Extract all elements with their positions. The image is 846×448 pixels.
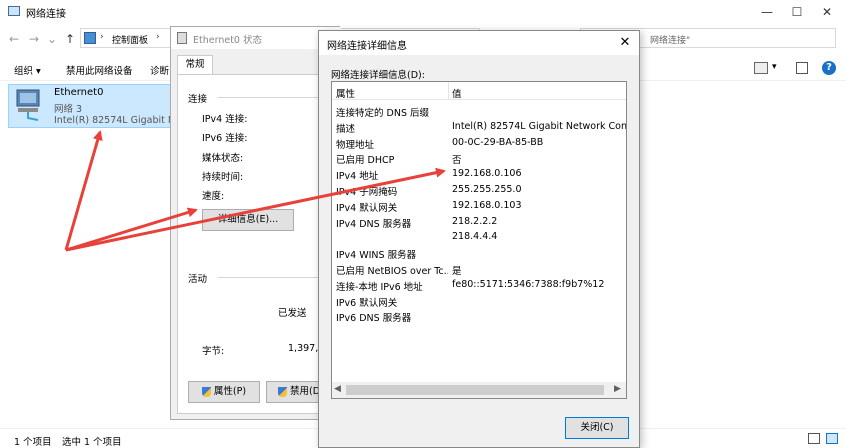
properties-button[interactable]: 属性(P) xyxy=(188,381,260,403)
table-row[interactable]: IPv6 DNS 服务器 xyxy=(332,307,626,325)
media-state-label: 媒体状态: xyxy=(202,153,244,164)
value-cell: 00-0C-29-BA-85-BB xyxy=(452,136,544,148)
sent-label: 已发送 xyxy=(278,308,307,319)
item-count: 1 个项目 xyxy=(14,437,52,448)
adapter-network: 网络 3 xyxy=(54,104,83,115)
bytes-label: 字节: xyxy=(202,346,225,357)
breadcrumb-separator: › xyxy=(156,32,160,42)
close-icon[interactable]: ✕ xyxy=(615,34,635,52)
ethernet-status-dialog: Ethernet0 状态 常规 连接 IPv4 连接: IPv6 连接: 媒体状… xyxy=(170,26,341,420)
explorer-titlebar: 网络连接 — ☐ ✕ xyxy=(0,0,846,24)
divider xyxy=(218,277,328,278)
status-dialog-title: Ethernet0 状态 xyxy=(193,35,262,46)
details-dialog-title: 网络连接详细信息 xyxy=(327,41,407,52)
adapter-name: Ethernet0 xyxy=(54,87,104,98)
property-cell: IPv6 DNS 服务器 xyxy=(336,313,412,325)
explorer-title: 网络连接 xyxy=(26,9,66,20)
column-header-property[interactable]: 属性 xyxy=(336,86,355,100)
status-dialog-titlebar: Ethernet0 状态 xyxy=(171,27,341,49)
table-row[interactable]: 物理地址 00-0C-29-BA-85-BB xyxy=(332,134,626,151)
network-adapter-icon xyxy=(16,89,40,121)
view-options-icon[interactable] xyxy=(754,62,768,74)
details-list-header: 属性 值 xyxy=(332,82,626,100)
forward-arrow-icon[interactable]: → xyxy=(26,31,42,47)
ipv4-connection-label: IPv4 连接: xyxy=(202,114,248,125)
preview-pane-icon[interactable] xyxy=(796,62,808,74)
value-cell: 218.4.4.4 xyxy=(452,231,498,243)
close-window-button[interactable]: ✕ xyxy=(812,2,842,22)
details-view-icon[interactable] xyxy=(808,433,820,444)
uac-shield-icon xyxy=(201,386,211,397)
tab-general[interactable]: 常规 xyxy=(177,55,213,75)
breadcrumb-separator: › xyxy=(100,32,104,42)
selected-count: 选中 1 个项目 xyxy=(62,437,122,448)
table-row[interactable]: 描述 Intel(R) 82574L Gigabit Network Connec xyxy=(332,118,626,135)
table-row[interactable]: 已启用 DHCP 否 xyxy=(332,149,626,166)
uac-shield-icon xyxy=(277,386,287,397)
adapter-device: Intel(R) 82574L Gigabit Ne xyxy=(54,115,181,126)
table-row[interactable]: IPv4 地址 192.168.0.106 xyxy=(332,165,626,182)
table-row[interactable]: IPv4 DNS 服务器 218.2.2.2 xyxy=(332,213,626,230)
back-arrow-icon[interactable]: ← xyxy=(6,31,22,47)
scroll-right-icon[interactable]: ▶ xyxy=(614,384,621,394)
divider xyxy=(218,97,328,98)
organize-menu[interactable]: 组织 ▾ xyxy=(14,63,41,77)
value-cell: Intel(R) 82574L Gigabit Network Connec xyxy=(452,120,626,132)
control-panel-icon xyxy=(84,32,96,44)
network-adapter-icon xyxy=(177,32,187,44)
chevron-down-icon[interactable]: ▾ xyxy=(772,62,777,72)
properties-button-label: 属性(P) xyxy=(213,386,247,397)
value-cell: 255.255.255.0 xyxy=(452,184,522,195)
table-row[interactable]: IPv4 子网掩码 255.255.255.0 xyxy=(332,181,626,198)
large-icons-view-icon[interactable] xyxy=(826,433,838,444)
duration-label: 持续时间: xyxy=(202,172,244,183)
help-icon[interactable]: ? xyxy=(822,61,836,75)
value-cell: 192.168.0.103 xyxy=(452,199,522,211)
diagnose-command[interactable]: 诊断 xyxy=(150,63,169,77)
details-button[interactable]: 详细信息(E)... xyxy=(202,209,294,231)
value-cell: 192.168.0.106 xyxy=(452,168,522,180)
value-cell: fe80::5171:5346:7388:f9b7%12 xyxy=(452,278,605,290)
column-divider[interactable] xyxy=(448,82,449,100)
breadcrumb-control-panel[interactable]: 控制面板 xyxy=(112,33,148,46)
scrollbar-thumb[interactable] xyxy=(346,385,604,395)
details-list[interactable]: 属性 值 连接特定的 DNS 后缀 描述 Intel(R) 82574L Gigab… xyxy=(331,81,627,399)
table-row[interactable]: 连接-本地 IPv6 地址 fe80::5171:5346:7388:f9b7%1… xyxy=(332,276,626,293)
ipv6-connection-label: IPv6 连接: xyxy=(202,133,248,144)
speed-label: 速度: xyxy=(202,191,225,202)
horizontal-scrollbar[interactable]: ◀ ▶ xyxy=(332,382,626,398)
table-row[interactable]: 已启用 NetBIOS over Tc... 是 xyxy=(332,260,626,277)
value-cell: 218.2.2.2 xyxy=(452,215,498,227)
chevron-down-icon[interactable]: ⌄ xyxy=(44,31,60,47)
network-folder-icon xyxy=(8,6,20,16)
minimize-button[interactable]: — xyxy=(752,2,782,22)
network-details-dialog: 网络连接详细信息 ✕ 网络连接详细信息(D): 属性 值 连接特定的 DNS 后… xyxy=(318,30,640,448)
maximize-button[interactable]: ☐ xyxy=(782,2,812,22)
table-row[interactable]: IPv4 WINS 服务器 xyxy=(332,244,626,261)
details-dialog-titlebar: 网络连接详细信息 ✕ xyxy=(319,31,639,55)
general-tab-panel: 连接 IPv4 连接: IPv6 连接: 媒体状态: 持续时间: 速度: 详细信… xyxy=(177,74,335,414)
disable-device-command[interactable]: 禁用此网络设备 xyxy=(66,63,133,77)
column-header-value[interactable]: 值 xyxy=(452,86,462,100)
table-row[interactable]: IPv4 默认网关 192.168.0.103 xyxy=(332,197,626,214)
disable-button-label: 禁用(D xyxy=(289,386,321,397)
table-row[interactable]: 连接特定的 DNS 后缀 xyxy=(332,102,626,119)
details-list-label: 网络连接详细信息(D): xyxy=(331,70,425,81)
table-row[interactable]: IPv6 默认网关 xyxy=(332,292,626,309)
activity-section-title: 活动 xyxy=(188,274,208,285)
table-row[interactable]: 218.4.4.4 xyxy=(332,228,626,244)
scroll-left-icon[interactable]: ◀ xyxy=(334,384,341,394)
search-placeholder: 网络连接" xyxy=(650,36,691,46)
up-arrow-icon[interactable]: ↑ xyxy=(62,31,78,47)
close-button[interactable]: 关闭(C) xyxy=(565,417,629,439)
connection-section-title: 连接 xyxy=(188,94,208,105)
